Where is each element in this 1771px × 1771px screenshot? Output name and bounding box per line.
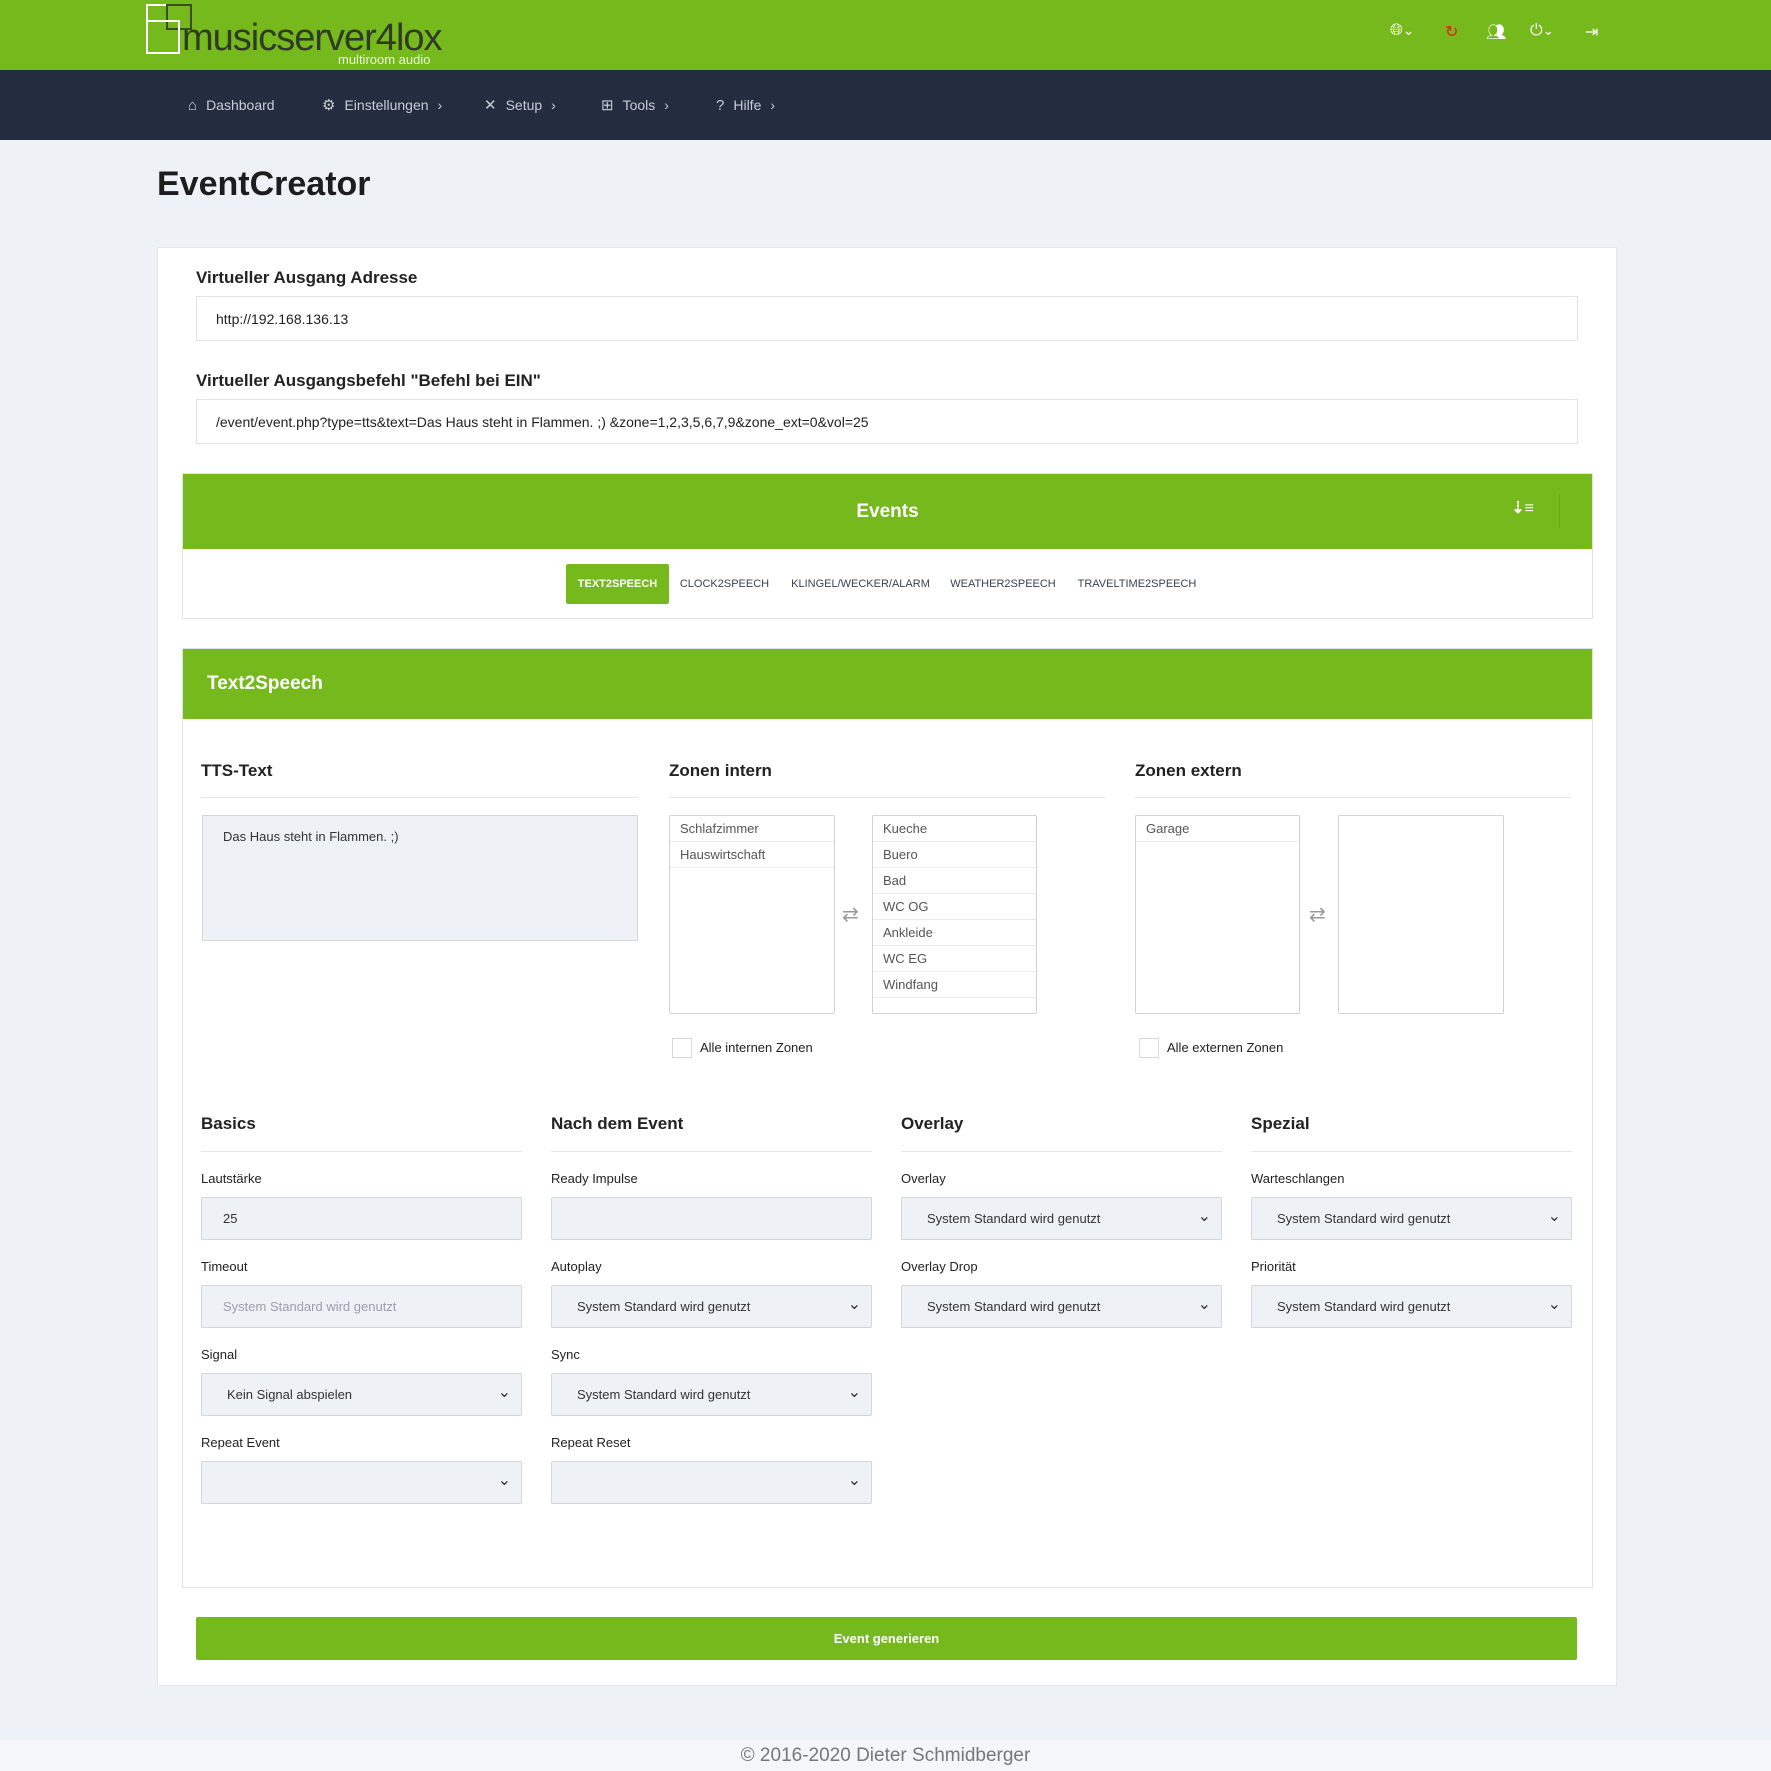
zones-ext-selected-list[interactable] — [1338, 815, 1504, 1014]
footer: © 2016-2020 Dieter Schmidberger — [0, 1740, 1771, 1771]
plus-square-icon: ⊞ — [601, 97, 614, 114]
list-item[interactable]: Buero — [873, 842, 1036, 868]
sort-icon[interactable]: ⇣≡ — [1511, 498, 1534, 518]
nav-dashboard[interactable]: ⌂ Dashboard — [188, 70, 275, 140]
list-item[interactable]: WC OG — [873, 894, 1036, 920]
after-event-heading: Nach dem Event — [551, 1114, 684, 1133]
question-icon: ? — [716, 96, 725, 114]
autoplay-select[interactable]: System Standard wird genutzt — [551, 1285, 872, 1328]
all-external-zones-checkbox[interactable] — [1139, 1038, 1159, 1058]
autoplay-label: Autoplay — [551, 1259, 602, 1274]
address-input[interactable]: http://192.168.136.13 — [196, 296, 1578, 341]
repeat-reset-label: Repeat Reset — [551, 1435, 631, 1450]
tab-traveltime2speech[interactable]: TRAVELTIME2SPEECH — [1075, 564, 1199, 604]
text2speech-panel: Text2Speech — [182, 648, 1593, 1588]
list-item[interactable]: Bad — [873, 868, 1036, 894]
swap-icon[interactable]: ⇄ — [1309, 902, 1326, 927]
command-label: Virtueller Ausgangsbefehl "Befehl bei EI… — [196, 371, 541, 390]
chevron-right-icon: › — [770, 97, 776, 113]
list-item[interactable]: Schlafzimmer — [670, 816, 834, 842]
repeat-event-label: Repeat Event — [201, 1435, 280, 1450]
list-item[interactable]: Garage — [1136, 816, 1299, 842]
chevron-right-icon: › — [551, 97, 556, 113]
tab-weather2speech[interactable]: WEATHER2SPEECH — [949, 564, 1057, 604]
tab-clock2speech[interactable]: CLOCK2SPEECH — [676, 564, 773, 604]
chevron-right-icon: › — [664, 97, 669, 113]
swap-icon[interactable]: ⇄ — [842, 902, 859, 927]
users-icon[interactable]: 👥︎ — [1486, 22, 1506, 42]
all-internal-zones-checkbox[interactable] — [672, 1038, 692, 1058]
tools-icon: ✕ — [484, 97, 497, 114]
repeat-reset-select[interactable] — [551, 1461, 872, 1504]
overlay-heading: Overlay — [901, 1114, 964, 1133]
nav-setup[interactable]: ✕ Setup › — [484, 70, 556, 140]
zones-int-heading: Zonen intern — [669, 761, 772, 780]
command-input[interactable]: /event/event.php?type=tts&text=Das Haus … — [196, 399, 1578, 444]
top-header: musicserver4lox multiroom audio 🌐︎⌄ ↻ 👥︎… — [0, 0, 1771, 70]
list-item[interactable]: WC EG — [873, 946, 1036, 972]
repeat-event-select[interactable] — [201, 1461, 522, 1504]
refresh-icon[interactable]: ↻ — [1445, 22, 1458, 42]
nav-einstellungen[interactable]: ⚙ Einstellungen › — [322, 70, 442, 140]
overlay-label: Overlay — [901, 1171, 946, 1186]
overlay-select[interactable]: System Standard wird genutzt — [901, 1197, 1222, 1240]
globe-icon[interactable]: 🌐︎⌄ — [1390, 22, 1414, 40]
list-item[interactable]: Hauswirtschaft — [670, 842, 834, 868]
nav-tools[interactable]: ⊞ Tools › — [601, 70, 669, 140]
overlay-drop-select[interactable]: System Standard wird genutzt — [901, 1285, 1222, 1328]
overlay-drop-label: Overlay Drop — [901, 1259, 978, 1274]
sync-select[interactable]: System Standard wird genutzt — [551, 1373, 872, 1416]
tab-klingel[interactable]: KLINGEL/WECKER/ALARM — [790, 564, 931, 604]
list-item[interactable]: Ankleide — [873, 920, 1036, 946]
queue-label: Warteschlangen — [1251, 1171, 1345, 1186]
zones-ext-heading: Zonen extern — [1135, 761, 1242, 780]
zones-ext-available-list[interactable]: Garage — [1135, 815, 1300, 1014]
tts-text-heading: TTS-Text — [201, 761, 273, 780]
main-nav: ⌂ Dashboard ⚙ Einstellungen › ✕ Setup › ⊞ Tool… — [0, 70, 1771, 140]
priority-label: Priorität — [1251, 1259, 1296, 1274]
gear-icon: ⚙ — [322, 97, 336, 114]
timeout-input[interactable]: System Standard wird genutzt — [201, 1285, 522, 1328]
ready-impulse-label: Ready Impulse — [551, 1171, 638, 1186]
all-internal-zones-label: Alle internen Zonen — [700, 1040, 813, 1055]
list-item[interactable]: Windfang — [873, 972, 1036, 998]
lautstaerke-label: Lautstärke — [201, 1171, 262, 1186]
signal-label: Signal — [201, 1347, 238, 1362]
queue-select[interactable]: System Standard wird genutzt — [1251, 1197, 1572, 1240]
basics-heading: Basics — [201, 1114, 256, 1133]
all-external-zones-label: Alle externen Zonen — [1167, 1040, 1284, 1055]
timeout-label: Timeout — [201, 1259, 248, 1274]
home-icon: ⌂ — [188, 96, 198, 114]
lautstaerke-input[interactable]: 25 — [201, 1197, 522, 1240]
priority-select[interactable]: System Standard wird genutzt — [1251, 1285, 1572, 1328]
power-icon[interactable]: ⏻⌄ — [1530, 22, 1554, 40]
logout-icon[interactable]: ⇥ — [1585, 22, 1598, 42]
events-header: Events ⇣≡ — [183, 474, 1592, 549]
logo[interactable]: musicserver4lox multiroom audio — [146, 4, 446, 68]
page-title: EventCreator — [157, 165, 371, 203]
text2speech-header: Text2Speech — [183, 649, 1592, 719]
address-label: Virtueller Ausgang Adresse — [196, 268, 418, 287]
nav-hilfe[interactable]: ? Hilfe › — [716, 70, 775, 140]
chevron-right-icon: › — [437, 97, 443, 113]
tts-textarea[interactable]: Das Haus steht in Flammen. ;) — [202, 815, 638, 941]
special-heading: Spezial — [1251, 1114, 1310, 1133]
sync-label: Sync — [551, 1347, 580, 1362]
list-item[interactable]: Kueche — [873, 816, 1036, 842]
zones-int-available-list[interactable]: Schlafzimmer Hauswirtschaft — [669, 815, 835, 1014]
zones-int-selected-list[interactable]: Kueche Buero Bad WC OG Ankleide WC EG Wi… — [872, 815, 1037, 1014]
ready-impulse-input[interactable] — [551, 1197, 872, 1240]
tab-text2speech[interactable]: TEXT2SPEECH — [566, 564, 669, 604]
generate-event-button[interactable]: Event generieren — [196, 1617, 1577, 1660]
signal-select[interactable]: Kein Signal abspielen — [201, 1373, 522, 1416]
